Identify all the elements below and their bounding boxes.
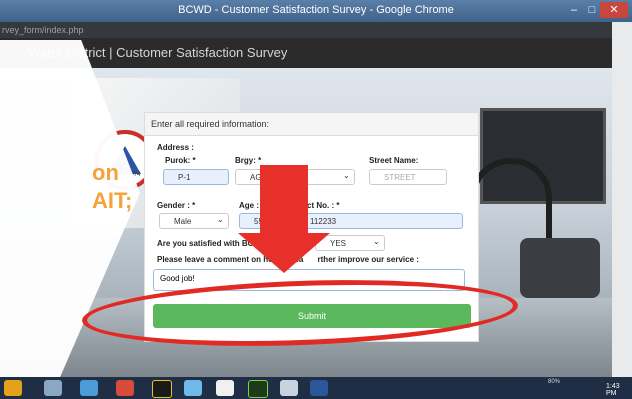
purok-label: Purok: * — [165, 156, 196, 165]
taskbar: 80% 1:43 PM — [0, 377, 632, 399]
folder-icon[interactable] — [80, 380, 98, 396]
explorer-icon[interactable] — [44, 380, 62, 396]
window-title: BCWD - Customer Satisfaction Survey - Go… — [178, 4, 454, 16]
gender-value: Male — [174, 217, 192, 226]
street-input[interactable]: STREET — [369, 169, 447, 185]
minimize-button[interactable]: – — [566, 2, 582, 18]
side-text-line2: AIT; — [92, 188, 133, 213]
clock: 1:43 PM — [606, 383, 620, 397]
chevron-down-icon: ⌄ — [217, 215, 224, 224]
headset-image — [470, 158, 552, 244]
start-button-icon[interactable] — [4, 380, 22, 396]
brgy-label: Brgy: * — [235, 156, 262, 165]
contact-label: ct No. : * — [307, 201, 340, 210]
comment-label-right: rther improve our service : — [317, 255, 419, 264]
contact-input[interactable]: 112233 — [295, 213, 463, 229]
maximize-button[interactable]: □ — [584, 2, 600, 18]
chevron-down-icon: ⌄ — [373, 237, 380, 246]
side-text-line1: on — [92, 160, 119, 185]
word-icon[interactable] — [310, 380, 328, 396]
network-icon[interactable] — [184, 380, 202, 396]
chrome-icon[interactable] — [116, 380, 134, 396]
gender-label: Gender : * — [157, 201, 196, 210]
annotation-arrow-head — [238, 233, 330, 273]
purok-field[interactable]: P-1 — [163, 169, 229, 185]
annotation-arrow-stem — [260, 165, 308, 237]
page-header: Water District | Customer Satisfaction S… — [0, 38, 612, 68]
phone-image — [520, 238, 600, 298]
form-heading: Enter all required information: — [145, 113, 478, 136]
fireworks-icon[interactable] — [152, 380, 172, 398]
tool-icon[interactable] — [280, 380, 298, 396]
document-icon[interactable] — [216, 380, 234, 396]
chevron-down-icon: ⌄ — [343, 171, 350, 180]
title-bar: BCWD - Customer Satisfaction Survey - Go… — [0, 0, 632, 22]
dreamweaver-icon[interactable] — [248, 380, 268, 398]
street-label: Street Name: — [369, 156, 419, 165]
background-window-strip — [612, 22, 632, 377]
close-button[interactable]: ✕ — [600, 2, 628, 18]
address-label: Address : — [157, 143, 194, 152]
url-bar[interactable]: rvey_form/index.php — [0, 22, 614, 38]
satisfied-value: YES — [330, 239, 347, 248]
